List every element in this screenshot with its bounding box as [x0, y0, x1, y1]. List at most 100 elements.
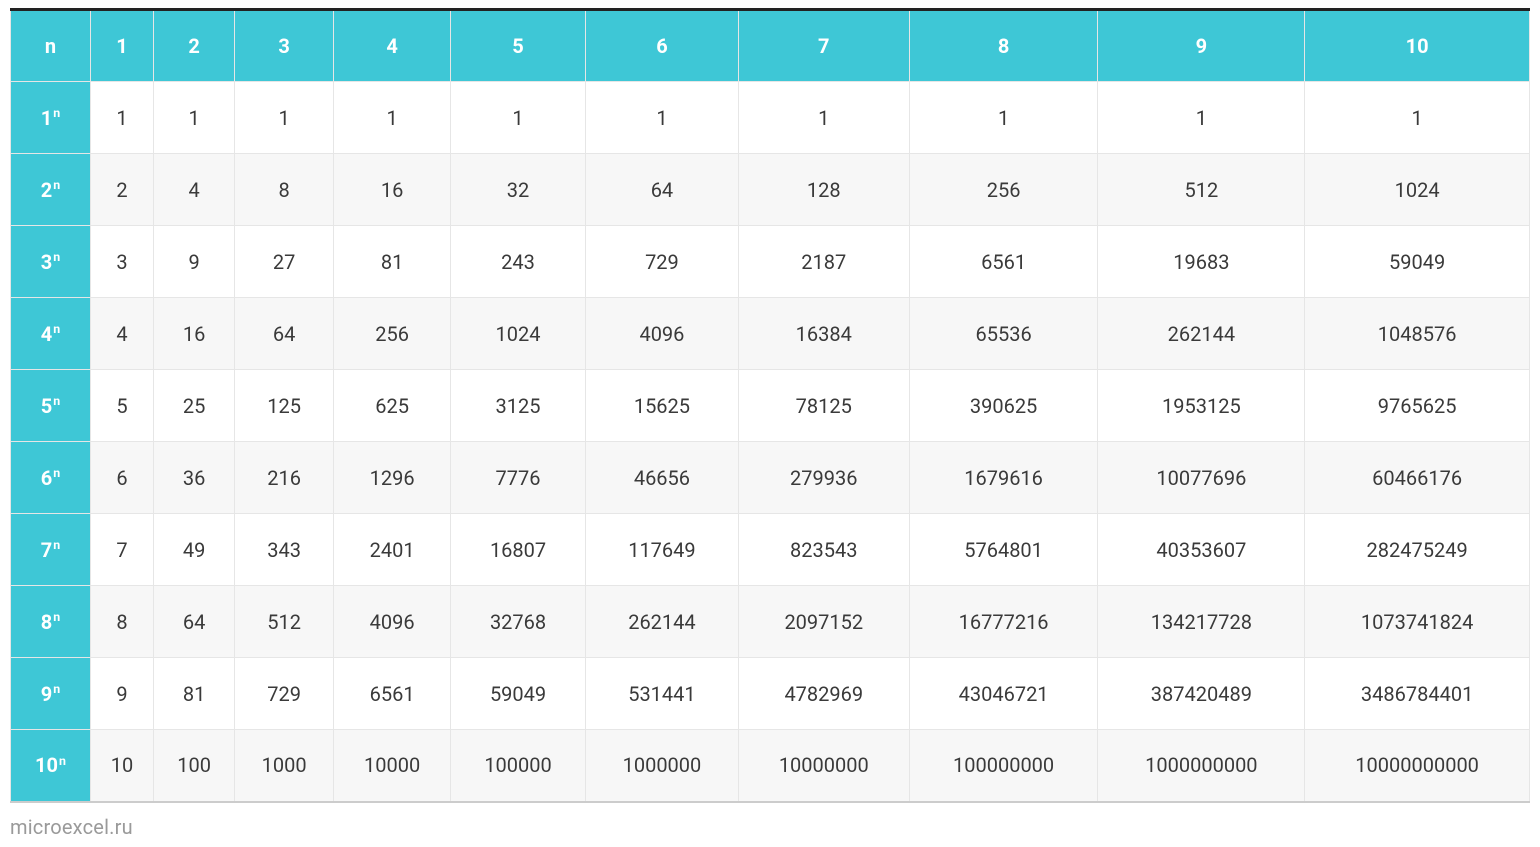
data-cell: 1000	[235, 730, 334, 802]
exponent-suffix: n	[53, 178, 60, 193]
data-cell: 16	[334, 154, 451, 226]
row-header: 2n	[11, 154, 91, 226]
data-cell: 10077696	[1098, 442, 1305, 514]
col-header: 2	[154, 10, 235, 82]
data-cell: 1	[1305, 82, 1530, 154]
data-cell: 4	[154, 154, 235, 226]
row-base: 2	[41, 178, 52, 202]
data-cell: 512	[235, 586, 334, 658]
exponent-suffix: n	[53, 106, 60, 121]
col-header: 10	[1305, 10, 1530, 82]
data-cell: 9	[91, 658, 154, 730]
row-base: 9	[41, 682, 52, 706]
data-cell: 243	[451, 226, 586, 298]
data-cell: 1	[1098, 82, 1305, 154]
data-cell: 4782969	[738, 658, 909, 730]
row-base: 3	[41, 250, 52, 274]
data-cell: 1000000	[586, 730, 739, 802]
row-header: 7n	[11, 514, 91, 586]
row-header: 3n	[11, 226, 91, 298]
row-header: 4n	[11, 298, 91, 370]
data-cell: 16	[154, 298, 235, 370]
data-cell: 1000000000	[1098, 730, 1305, 802]
data-cell: 1679616	[909, 442, 1098, 514]
data-cell: 2187	[738, 226, 909, 298]
data-cell: 823543	[738, 514, 909, 586]
col-header: 4	[334, 10, 451, 82]
data-cell: 64	[154, 586, 235, 658]
powers-table: n 1 2 3 4 5 6 7 8 9 10 1 n 1 1 1 1 1 1	[10, 8, 1530, 803]
row-base: 5	[41, 394, 52, 418]
data-cell: 3486784401	[1305, 658, 1530, 730]
data-cell: 1	[451, 82, 586, 154]
data-cell: 3125	[451, 370, 586, 442]
data-cell: 262144	[1098, 298, 1305, 370]
data-cell: 49	[154, 514, 235, 586]
data-cell: 32768	[451, 586, 586, 658]
data-cell: 1	[154, 82, 235, 154]
table-row: 6n 6 36 216 1296 7776 46656 279936 16796…	[11, 442, 1530, 514]
data-cell: 343	[235, 514, 334, 586]
data-cell: 60466176	[1305, 442, 1530, 514]
data-cell: 6561	[334, 658, 451, 730]
data-cell: 128	[738, 154, 909, 226]
data-cell: 3	[91, 226, 154, 298]
table-row: 1n 1 1 1 1 1 1 1 1 1 1	[11, 82, 1530, 154]
data-cell: 279936	[738, 442, 909, 514]
data-cell: 512	[1098, 154, 1305, 226]
data-cell: 36	[154, 442, 235, 514]
data-cell: 117649	[586, 514, 739, 586]
data-cell: 46656	[586, 442, 739, 514]
data-cell: 10000000	[738, 730, 909, 802]
data-cell: 2401	[334, 514, 451, 586]
data-cell: 1	[738, 82, 909, 154]
col-header: 3	[235, 10, 334, 82]
data-cell: 9765625	[1305, 370, 1530, 442]
data-cell: 216	[235, 442, 334, 514]
table-row: 7n 7 49 343 2401 16807 117649 823543 576…	[11, 514, 1530, 586]
data-cell: 10000	[334, 730, 451, 802]
row-base: 4	[41, 322, 52, 346]
data-cell: 1024	[1305, 154, 1530, 226]
data-cell: 59049	[1305, 226, 1530, 298]
table-row: 9n 9 81 729 6561 59049 531441 4782969 43…	[11, 658, 1530, 730]
data-cell: 5764801	[909, 514, 1098, 586]
row-base: 8	[41, 610, 52, 634]
data-cell: 32	[451, 154, 586, 226]
data-cell: 134217728	[1098, 586, 1305, 658]
data-cell: 6561	[909, 226, 1098, 298]
table-row: 10n 10 100 1000 10000 100000 1000000 100…	[11, 730, 1530, 802]
data-cell: 8	[91, 586, 154, 658]
data-cell: 10	[91, 730, 154, 802]
exponent-suffix: n	[53, 682, 60, 697]
data-cell: 100	[154, 730, 235, 802]
exponent-suffix: n	[59, 754, 66, 769]
data-cell: 1048576	[1305, 298, 1530, 370]
data-cell: 729	[586, 226, 739, 298]
data-cell: 125	[235, 370, 334, 442]
data-cell: 1953125	[1098, 370, 1305, 442]
data-cell: 65536	[909, 298, 1098, 370]
data-cell: 16384	[738, 298, 909, 370]
exponent-suffix: n	[53, 538, 60, 553]
data-cell: 8	[235, 154, 334, 226]
col-header: 6	[586, 10, 739, 82]
row-base: 7	[41, 538, 52, 562]
data-cell: 100000000	[909, 730, 1098, 802]
data-cell: 4096	[334, 586, 451, 658]
data-cell: 256	[909, 154, 1098, 226]
table-row: 4n 4 16 64 256 1024 4096 16384 65536 262…	[11, 298, 1530, 370]
col-header: 1	[91, 10, 154, 82]
data-cell: 1296	[334, 442, 451, 514]
data-cell: 1	[91, 82, 154, 154]
table-row: 8n 8 64 512 4096 32768 262144 2097152 16…	[11, 586, 1530, 658]
data-cell: 387420489	[1098, 658, 1305, 730]
data-cell: 4	[91, 298, 154, 370]
table-header-row: n 1 2 3 4 5 6 7 8 9 10	[11, 10, 1530, 82]
row-base: 10	[35, 753, 58, 777]
data-cell: 2097152	[738, 586, 909, 658]
data-cell: 78125	[738, 370, 909, 442]
col-header: 9	[1098, 10, 1305, 82]
row-header: 8n	[11, 586, 91, 658]
col-header: 7	[738, 10, 909, 82]
